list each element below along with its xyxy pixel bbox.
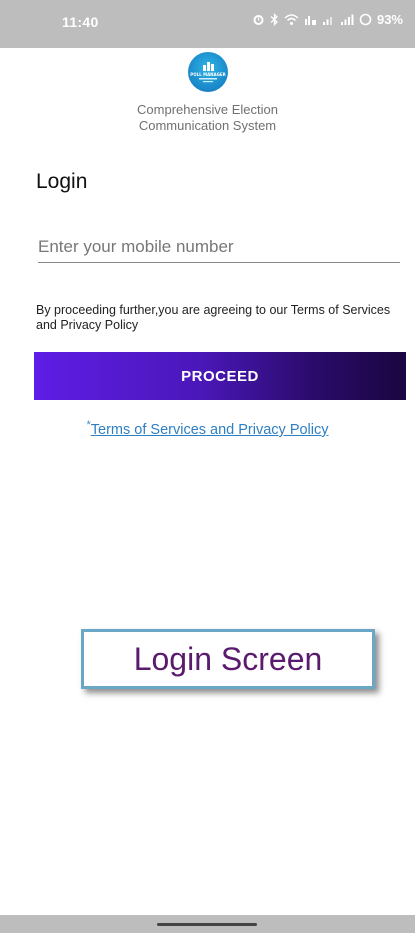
caption-text: Login Screen [133,641,323,677]
wifi-icon [284,13,299,26]
logo-area: POLL MANAGER [0,52,415,97]
terms-container: *Terms of Services and Privacy Policy [0,419,415,438]
bluetooth-icon [270,13,279,26]
proceed-button[interactable]: PROCEED [34,352,406,400]
mobile-number-input[interactable] [38,232,400,263]
alarm-icon [252,13,265,26]
signal-icon-1 [322,13,335,26]
status-icons: 93% [252,12,403,27]
app-logo: POLL MANAGER [187,52,228,92]
signal-icon-2 [340,13,354,26]
network-type-icon [304,13,317,26]
status-time: 11:40 [62,14,99,30]
agreement-text: By proceeding further,you are agreeing t… [36,303,391,332]
logo-text: POLL MANAGER [190,72,225,77]
home-indicator[interactable] [157,923,257,926]
terms-link[interactable]: Terms of Services and Privacy Policy [91,422,329,438]
status-bar: 11:40 93% [0,0,415,48]
app-tagline: Comprehensive Election Communication Sys… [0,102,415,134]
tagline-line-1: Comprehensive Election [137,102,278,117]
caption-box: Login Screen [81,629,375,689]
navigation-bar [0,915,415,933]
battery-level: 93% [376,12,403,27]
battery-icon [359,13,372,26]
login-title: Login [36,170,88,193]
tagline-line-2: Communication System [138,118,277,133]
